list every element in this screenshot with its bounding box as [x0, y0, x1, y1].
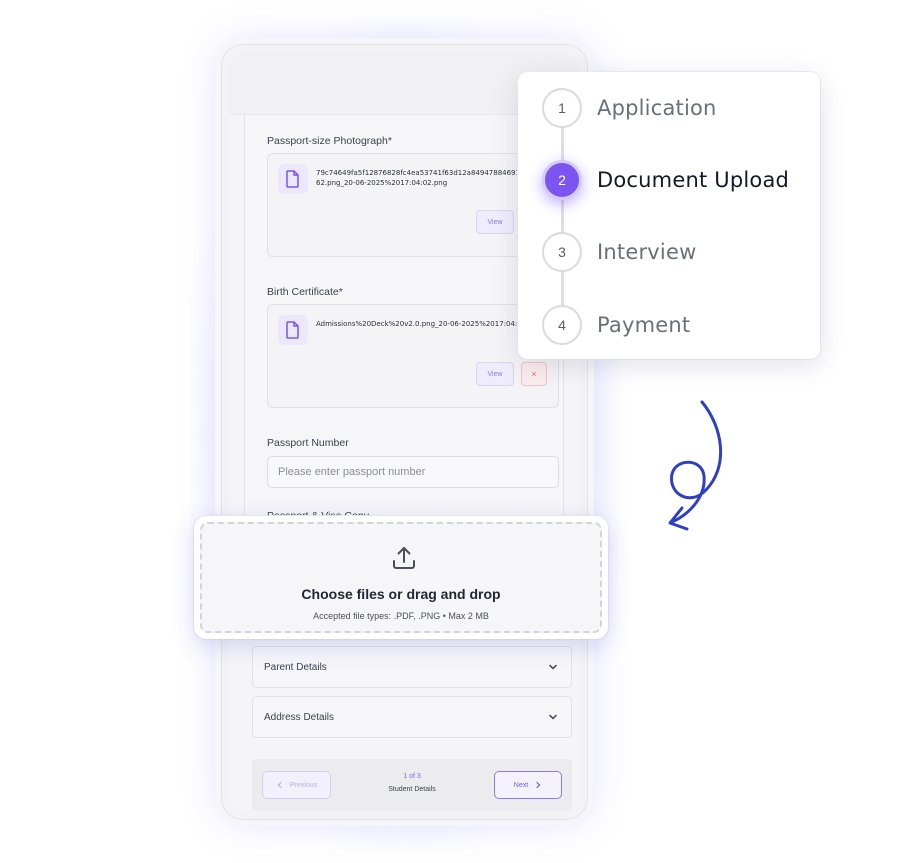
- stepper-connector: [561, 108, 564, 323]
- birth-label: Birth Certificate*: [267, 286, 343, 298]
- dropzone-subtitle: Accepted file types: .PDF, .PNG • Max 2 …: [313, 611, 489, 621]
- photo-label: Passport-size Photograph*: [267, 135, 392, 147]
- document-icon: [278, 164, 308, 194]
- step-label: Interview: [597, 240, 697, 264]
- step-number: 4: [542, 305, 582, 345]
- file-dropzone-card: Choose files or drag and drop Accepted f…: [194, 516, 608, 639]
- step-number: 1: [542, 88, 582, 128]
- section-name: Student Details: [388, 786, 436, 793]
- chevron-down-icon: [549, 714, 557, 720]
- accordion-address-details[interactable]: Address Details: [252, 696, 572, 738]
- document-icon: [278, 315, 308, 345]
- previous-label: Previous: [289, 781, 318, 789]
- previous-button[interactable]: Previous: [262, 771, 331, 799]
- photo-upload-card: 79c74649fa5f12876828fc4ea53741f63d12a849…: [267, 153, 559, 257]
- step-payment[interactable]: 4 Payment: [542, 305, 690, 345]
- accordion-label: Parent Details: [264, 661, 327, 673]
- page-indicator: 1 of 3: [403, 773, 421, 780]
- step-label: Payment: [597, 313, 691, 337]
- chevron-right-icon: [536, 781, 541, 789]
- birth-upload-card: Admissions%20Deck%20v2.0.png_20-06-2025%…: [267, 304, 559, 408]
- photo-view-button[interactable]: View: [476, 210, 514, 234]
- passport-number-input[interactable]: Please enter passport number: [267, 456, 559, 488]
- birth-delete-button[interactable]: ×: [521, 362, 547, 386]
- progress-stepper: 1 Application 2 Document Upload 3 Interv…: [518, 72, 820, 359]
- step-document-upload[interactable]: 2 Document Upload: [542, 160, 789, 200]
- step-number: 2: [542, 160, 582, 200]
- dropzone-title: Choose files or drag and drop: [301, 586, 501, 602]
- step-label: Application: [597, 96, 717, 120]
- accordion-parent-details[interactable]: Parent Details: [252, 646, 572, 688]
- step-number: 3: [542, 232, 582, 272]
- next-button[interactable]: Next: [494, 771, 562, 799]
- step-application[interactable]: 1 Application: [542, 88, 717, 128]
- file-dropzone[interactable]: Choose files or drag and drop Accepted f…: [200, 522, 602, 633]
- pagination-bar: Previous 1 of 3 Student Details Next: [252, 759, 572, 811]
- upload-icon: [393, 547, 415, 569]
- step-label: Document Upload: [597, 168, 790, 192]
- chevron-down-icon: [549, 664, 557, 670]
- passport-number-label: Passport Number: [267, 437, 349, 449]
- accordion-label: Address Details: [264, 711, 335, 723]
- curly-arrow-icon: [668, 400, 723, 531]
- step-interview[interactable]: 3 Interview: [542, 232, 696, 272]
- birth-view-button[interactable]: View: [476, 362, 514, 386]
- next-label: Next: [513, 781, 529, 789]
- chevron-left-icon: [277, 781, 282, 789]
